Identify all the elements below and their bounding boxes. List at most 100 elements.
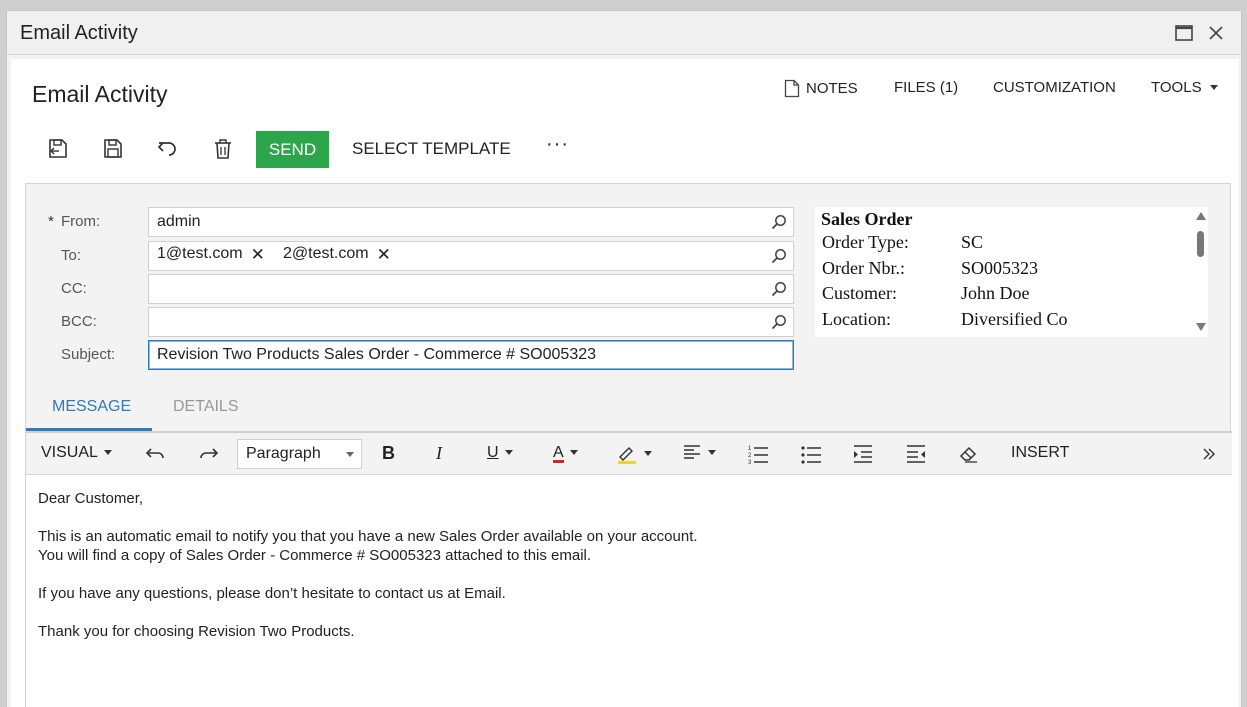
tab-details[interactable]: DETAILS: [173, 398, 239, 416]
notes-label: NOTES: [806, 80, 858, 97]
recipient-email: 1@test.com: [157, 245, 243, 262]
align-dropdown[interactable]: [682, 442, 716, 462]
summary-value: John Doe: [961, 283, 1030, 303]
search-icon[interactable]: [771, 248, 787, 264]
message-line: If you have any questions, please don’t …: [38, 585, 506, 602]
chevron-down-icon: [644, 450, 652, 456]
email-activity-dialog: Email Activity Email Activity NOTES FILE…: [6, 10, 1242, 707]
select-template-button[interactable]: SELECT TEMPLATE: [352, 139, 511, 159]
message-body[interactable]: Dear Customer, This is an automatic emai…: [38, 489, 1188, 641]
scroll-down-icon[interactable]: [1196, 323, 1206, 331]
outdent-icon[interactable]: [905, 443, 927, 465]
search-icon[interactable]: [771, 281, 787, 297]
redo-icon[interactable]: [197, 443, 219, 465]
underline-dropdown[interactable]: U: [487, 444, 513, 462]
scroll-thumb[interactable]: [1197, 231, 1204, 257]
bullet-list-icon[interactable]: [800, 443, 822, 465]
svg-text:2: 2: [748, 453, 752, 459]
notes-link[interactable]: NOTES: [784, 79, 858, 98]
underline-icon: U: [487, 444, 499, 461]
chevron-down-icon: [1209, 85, 1218, 90]
summary-row: Location: Diversified Co: [822, 309, 1067, 330]
summary-label: Order Nbr.:: [822, 258, 905, 278]
indent-icon[interactable]: [852, 443, 874, 465]
message-editor: VISUAL Paragraph B I U A 1 2 3 INSERT De…: [26, 432, 1232, 707]
more-options-button[interactable]: ···: [546, 133, 569, 156]
from-label: From:: [61, 213, 101, 230]
maximize-icon[interactable]: [1174, 23, 1194, 43]
highlight-pen-icon: [618, 447, 636, 464]
expand-toolbar-icon[interactable]: [1198, 443, 1220, 465]
summary-value: Diversified Co: [961, 309, 1068, 329]
dialog-titlebar: Email Activity: [7, 11, 1241, 55]
dialog-title: Email Activity: [20, 22, 138, 44]
cc-field[interactable]: [148, 274, 794, 304]
to-label: To:: [61, 247, 82, 264]
visual-mode-label: VISUAL: [41, 444, 98, 461]
sales-order-summary: Sales Order Order Type: SC Order Nbr.: S…: [815, 207, 1208, 337]
recipient-chip: 2@test.com ✕: [283, 245, 391, 263]
svg-text:1: 1: [748, 446, 752, 452]
summary-row: Customer: John Doe: [822, 283, 1030, 304]
files-link[interactable]: FILES (1): [894, 79, 958, 96]
bold-button[interactable]: B: [382, 443, 395, 464]
summary-row: Order Nbr.: SO005323: [822, 258, 1038, 279]
recipient-email: 2@test.com: [283, 245, 369, 262]
align-left-icon: [684, 445, 700, 459]
undo-icon[interactable]: [145, 443, 167, 465]
close-icon[interactable]: [1206, 23, 1226, 43]
to-field[interactable]: 1@test.com ✕ 2@test.com ✕: [148, 241, 794, 271]
recipient-chip: 1@test.com ✕: [157, 245, 265, 263]
chevron-down-icon: [504, 450, 513, 456]
remove-recipient-icon[interactable]: ✕: [377, 246, 391, 263]
numbered-list-icon[interactable]: 123: [747, 443, 769, 466]
subject-field[interactable]: Revision Two Products Sales Order - Comm…: [148, 340, 794, 370]
highlight-dropdown[interactable]: [616, 442, 652, 464]
summary-value: SO005323: [961, 258, 1039, 278]
search-icon[interactable]: [771, 214, 787, 230]
save-and-close-icon[interactable]: [46, 137, 70, 161]
message-greeting: Dear Customer,: [38, 490, 144, 507]
svg-text:3: 3: [748, 460, 752, 465]
chevron-down-icon: [708, 449, 716, 455]
chevron-down-icon: [569, 450, 578, 456]
remove-recipient-icon[interactable]: ✕: [251, 246, 265, 263]
editor-toolbar: VISUAL Paragraph B I U A 1 2 3 INSERT: [26, 433, 1232, 475]
subject-label: Subject:: [61, 346, 116, 363]
font-color-icon: A: [553, 444, 564, 463]
summary-label: Order Type:: [822, 232, 909, 252]
tab-message[interactable]: MESSAGE: [52, 398, 131, 416]
insert-menu[interactable]: INSERT: [1011, 444, 1069, 462]
scroll-up-icon[interactable]: [1196, 212, 1206, 220]
font-color-dropdown[interactable]: A: [553, 444, 578, 463]
message-line: Thank you for choosing Revision Two Prod…: [38, 623, 355, 640]
summary-title: Sales Order: [821, 209, 913, 229]
tools-label: TOOLS: [1151, 79, 1202, 96]
search-icon[interactable]: [771, 314, 787, 330]
tools-menu[interactable]: TOOLS: [1151, 79, 1218, 96]
tab-bar: MESSAGE DETAILS: [26, 382, 1232, 432]
italic-button[interactable]: I: [436, 443, 442, 464]
undo-icon[interactable]: [155, 137, 179, 161]
summary-row: Order Type: SC: [822, 232, 983, 253]
delete-icon[interactable]: [211, 137, 235, 161]
email-form: * From: admin To: 1@test.com ✕ 2@test.co…: [25, 183, 1232, 707]
note-icon: [784, 79, 800, 98]
paragraph-format-select[interactable]: Paragraph: [237, 439, 362, 469]
main-toolbar: SEND SELECT TEMPLATE ···: [31, 129, 631, 169]
send-button[interactable]: SEND: [256, 131, 329, 168]
from-field[interactable]: admin: [148, 207, 794, 237]
page-title: Email Activity: [32, 81, 168, 107]
message-line: This is an automatic email to notify you…: [38, 528, 698, 545]
chevron-down-icon: [346, 452, 354, 457]
subject-value: Revision Two Products Sales Order - Comm…: [157, 346, 597, 363]
bcc-field[interactable]: [148, 307, 794, 337]
page-content: Email Activity NOTES FILES (1) CUSTOMIZA…: [11, 59, 1239, 707]
summary-label: Location:: [822, 309, 891, 329]
visual-mode-dropdown[interactable]: VISUAL: [41, 444, 112, 462]
summary-scrollbar[interactable]: [1194, 207, 1208, 337]
save-icon[interactable]: [101, 137, 125, 161]
clear-formatting-icon[interactable]: [958, 443, 980, 465]
customization-link[interactable]: CUSTOMIZATION: [993, 79, 1116, 96]
required-mark: *: [48, 213, 54, 230]
